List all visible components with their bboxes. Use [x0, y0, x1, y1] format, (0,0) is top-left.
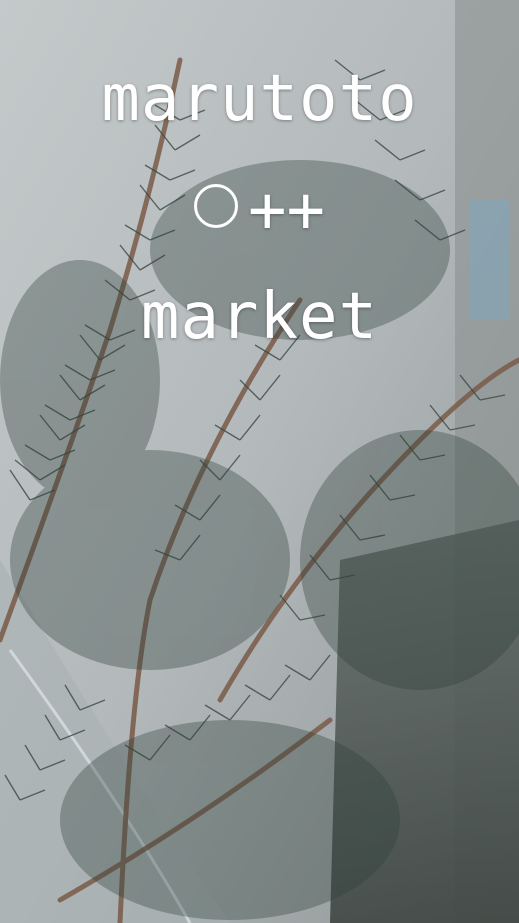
plus-symbols: ++: [247, 173, 326, 248]
overlay-subtitle-line: market: [140, 280, 379, 354]
circle-icon: [193, 184, 238, 229]
overlay-symbol-line: ++: [0, 170, 519, 247]
overlay-title-line: marutoto: [101, 62, 418, 136]
story-canvas: marutoto ++ market: [0, 0, 519, 923]
background-photo: [0, 0, 519, 923]
